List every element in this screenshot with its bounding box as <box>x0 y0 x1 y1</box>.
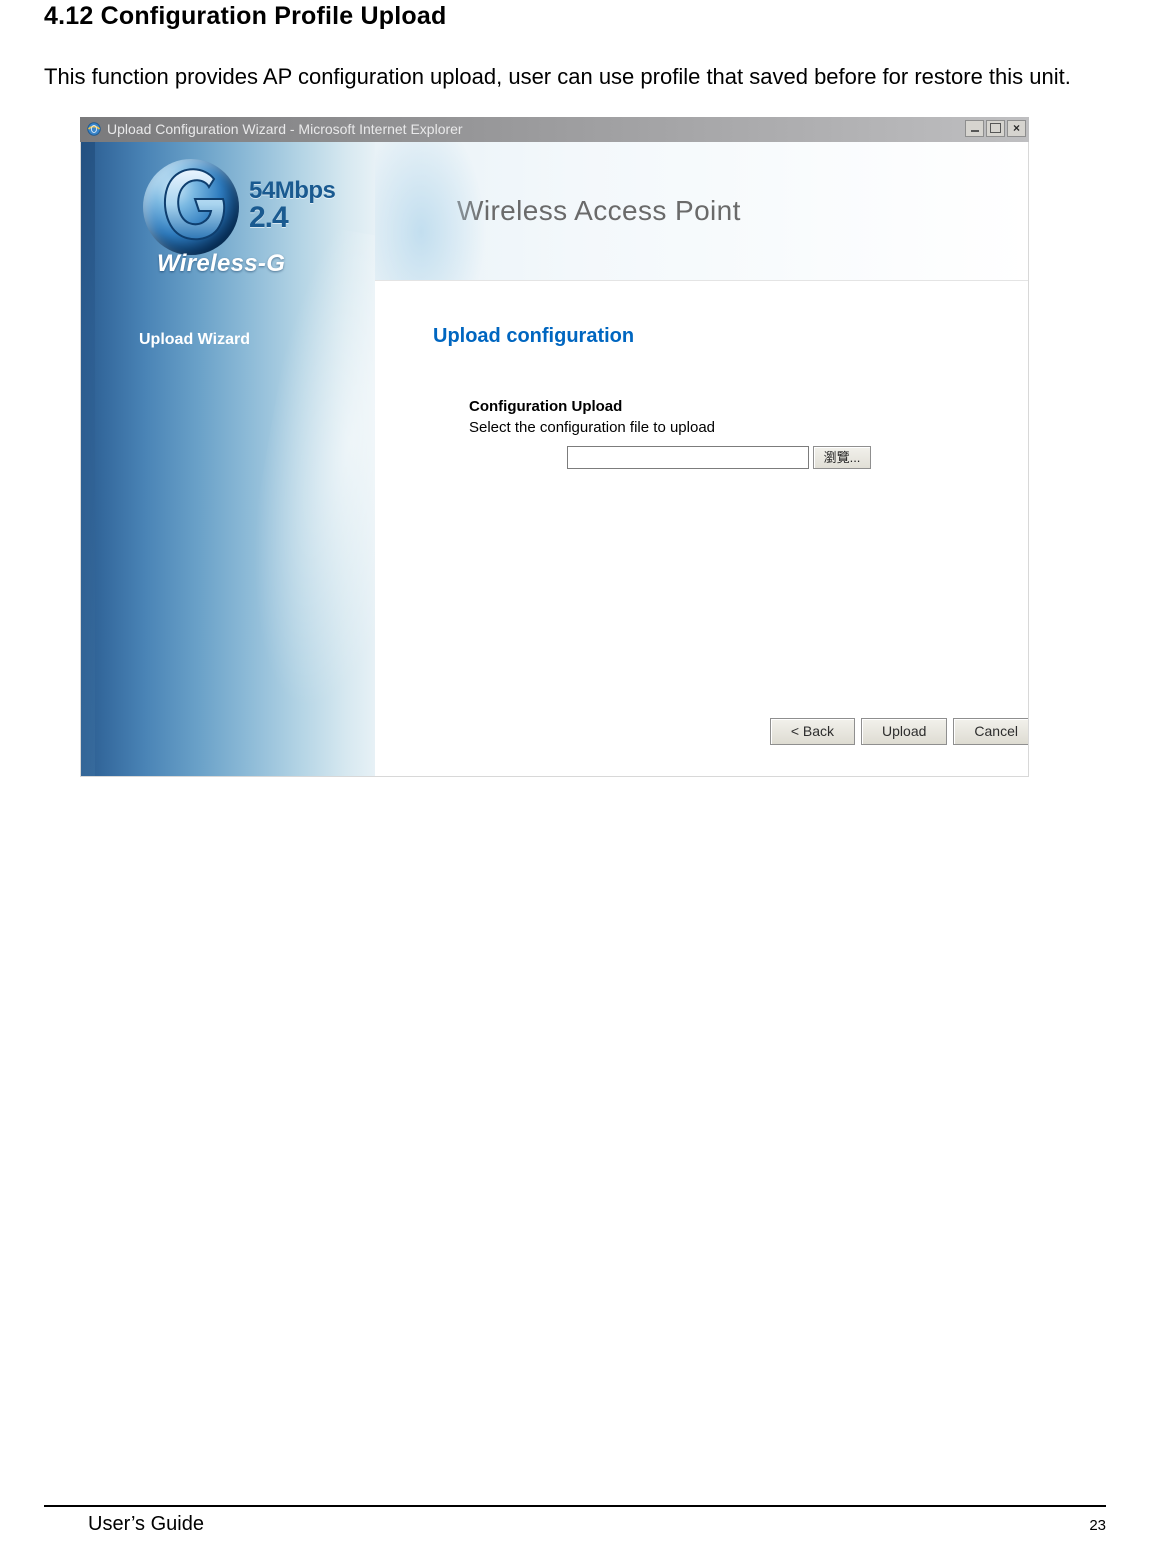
brand-label: Wireless-G <box>157 250 285 278</box>
speed-block: 54Mbps 2.4 <box>249 179 335 234</box>
wizard-sidebar: 54Mbps 2.4 Wireless-G Upload Wizard <box>81 142 375 776</box>
content-body: Upload configuration Configuration Uploa… <box>375 281 1028 777</box>
minimize-button[interactable] <box>965 120 984 137</box>
window-body: 54Mbps 2.4 Wireless-G Upload Wizard Wire… <box>80 142 1029 777</box>
page-footer: User’s Guide 23 <box>44 1505 1106 1536</box>
footer-row: User’s Guide 23 <box>44 1513 1106 1536</box>
upload-button[interactable]: Upload <box>861 718 947 745</box>
banner-title: Wireless Access Point <box>457 195 741 227</box>
speed-mbps-label: 54Mbps <box>249 179 335 203</box>
browse-button[interactable]: 瀏覽... <box>813 446 871 469</box>
content-section-label: Upload configuration <box>433 325 1010 348</box>
form-instruction: Select the configuration file to upload <box>469 419 1010 436</box>
document-page: 4.12 Configuration Profile Upload This f… <box>0 0 1150 1564</box>
window-controls: × <box>965 120 1026 137</box>
wizard-content: Wireless Access Point Upload configurati… <box>375 142 1028 776</box>
wizard-button-row: < Back Upload Cancel <box>770 718 1028 745</box>
upload-form: Configuration Upload Select the configur… <box>469 398 1010 469</box>
back-button[interactable]: < Back <box>770 718 855 745</box>
file-path-input[interactable] <box>567 446 809 469</box>
footer-page-number: 23 <box>1089 1513 1106 1536</box>
close-button[interactable]: × <box>1007 120 1026 137</box>
sidebar-step-label: Upload Wizard <box>139 331 250 349</box>
window-title: Upload Configuration Wizard - Microsoft … <box>107 121 463 137</box>
file-chooser-row: 瀏覽... <box>567 446 1010 469</box>
product-logo: 54Mbps 2.4 Wireless-G <box>81 142 375 280</box>
g-letter-icon <box>159 165 229 243</box>
intro-paragraph: This function provides AP configuration … <box>44 63 1106 91</box>
ie-window: Upload Configuration Wizard - Microsoft … <box>80 117 1029 777</box>
section-heading: 4.12 Configuration Profile Upload <box>44 0 1106 31</box>
banner: Wireless Access Point <box>375 142 1028 281</box>
restore-button[interactable] <box>986 120 1005 137</box>
form-heading: Configuration Upload <box>469 398 1010 415</box>
ie-icon <box>86 121 102 137</box>
screenshot-figure: Upload Configuration Wizard - Microsoft … <box>80 117 1029 777</box>
window-titlebar: Upload Configuration Wizard - Microsoft … <box>80 117 1029 142</box>
cancel-button[interactable]: Cancel <box>953 718 1028 745</box>
footer-title: User’s Guide <box>44 1513 204 1536</box>
speed-ghz-label: 2.4 <box>249 203 335 234</box>
